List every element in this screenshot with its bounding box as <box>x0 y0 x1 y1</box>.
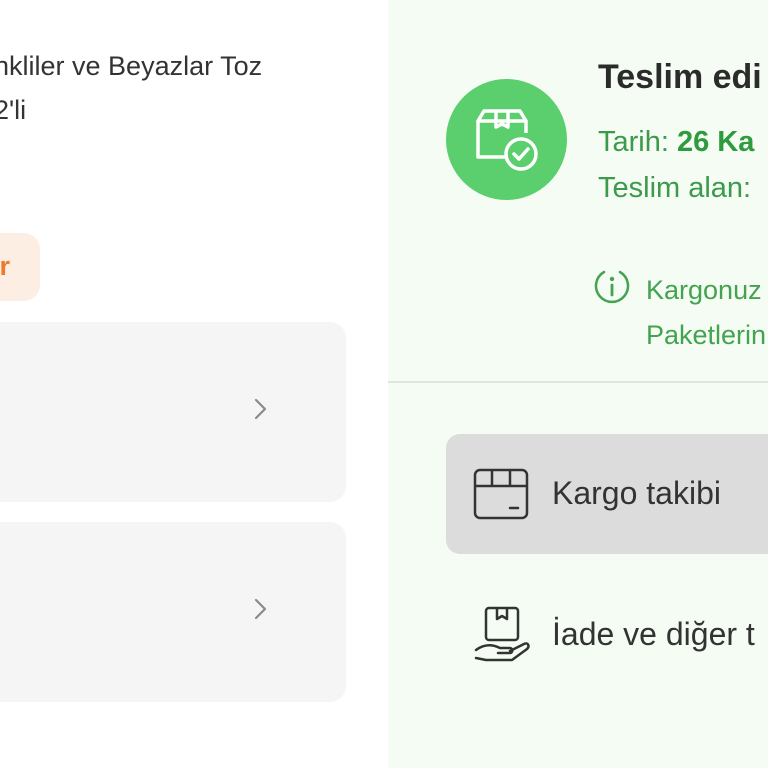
box-icon <box>473 468 529 520</box>
return-and-other-button[interactable]: İade ve diğer t <box>446 590 768 680</box>
delivery-info-line2: Paketlerin <box>646 320 767 350</box>
delivery-info-line1: Kargonuz <box>646 275 762 305</box>
order-item-panel: nkliler ve Beyazlar Toz 2'li r <box>0 0 388 768</box>
option-card-1[interactable] <box>0 322 346 502</box>
hand-package-icon <box>474 606 530 662</box>
chevron-right-icon <box>254 398 267 420</box>
product-title-line2: 2'li <box>0 95 27 125</box>
cargo-tracking-button[interactable]: Kargo takibi <box>446 434 768 554</box>
delivered-status-badge <box>446 79 567 200</box>
delivery-status-title: Teslim edi <box>598 58 762 96</box>
delivery-date: Tarih: 26 Ka <box>598 126 754 159</box>
status-tag-label: r <box>0 251 10 281</box>
package-check-icon <box>476 109 538 171</box>
return-and-other-label: İade ve diğer t <box>552 616 755 652</box>
delivery-date-value: 26 Ka <box>676 126 755 158</box>
product-title[interactable]: nkliler ve Beyazlar Toz 2'li <box>0 44 324 132</box>
delivery-info-text: Kargonuz Paketlerin <box>646 268 766 358</box>
option-card-2[interactable] <box>0 522 346 702</box>
status-tag: r <box>0 233 40 301</box>
chevron-right-icon <box>254 598 267 620</box>
info-icon <box>594 270 630 304</box>
delivery-receiver-label: Teslim alan: <box>598 172 752 204</box>
product-title-line1: nkliler ve Beyazlar Toz <box>0 51 263 81</box>
cargo-tracking-label: Kargo takibi <box>552 475 721 511</box>
delivery-date-label: Tarih: <box>598 126 669 158</box>
section-divider <box>388 381 768 383</box>
